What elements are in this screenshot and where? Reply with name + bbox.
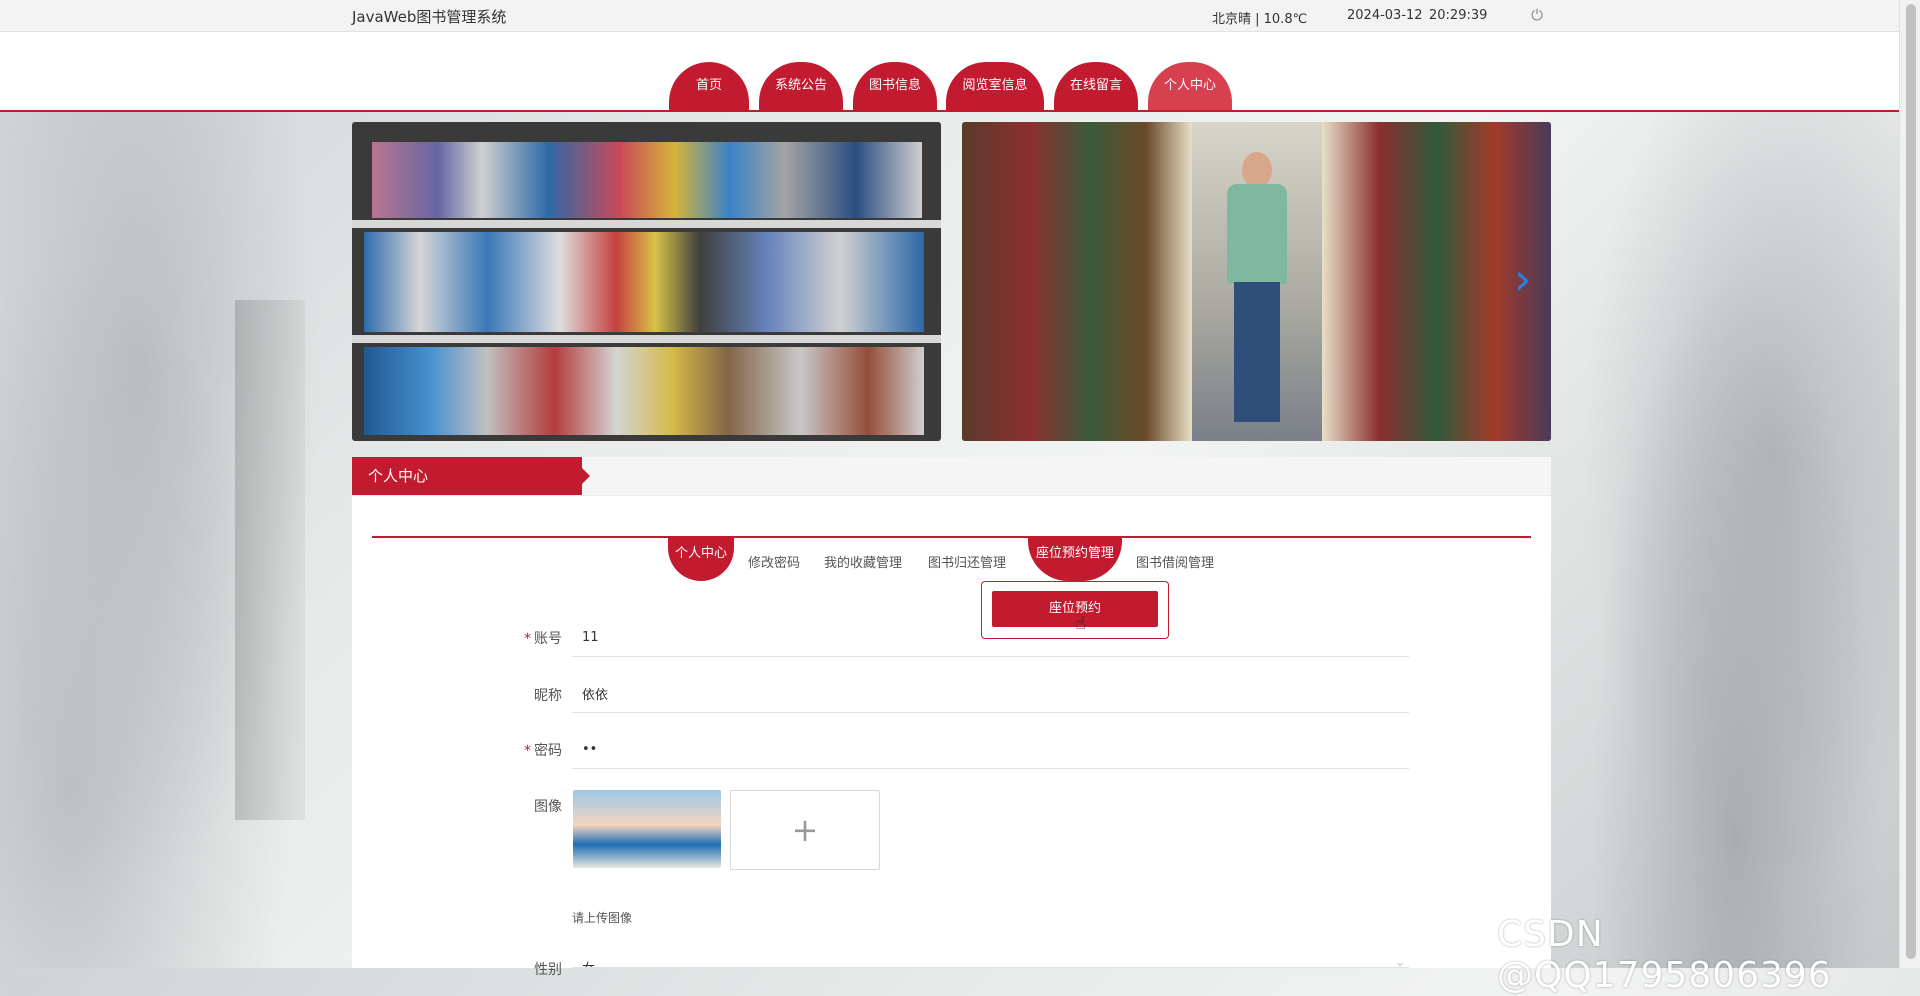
panel-title: 个人中心 <box>352 457 590 495</box>
background-pillar <box>235 300 305 820</box>
time-display: 20:29:39 <box>1429 8 1488 23</box>
person-legs <box>1234 282 1280 422</box>
banner-image-reader <box>962 122 1551 441</box>
account-input[interactable] <box>572 619 1409 657</box>
gender-label: 性别 <box>534 962 562 978</box>
account-label: * 账号 <box>524 631 562 647</box>
chevron-right-icon[interactable]: › <box>1514 258 1536 304</box>
main-nav: 首页 系统公告 图书信息 阅览室信息 在线留言 个人中心 <box>0 62 1900 110</box>
scrollbar-thumb[interactable] <box>1906 4 1916 959</box>
nickname-input[interactable] <box>572 675 1409 713</box>
nav-item-reading-rooms[interactable]: 阅览室信息 <box>946 62 1044 110</box>
person-body <box>1227 184 1287 284</box>
avatar-label: 图像 <box>534 799 562 815</box>
avatar-uploader[interactable]: + <box>730 790 880 870</box>
site-title: JavaWeb图书管理系统 <box>352 8 507 26</box>
chevron-down-icon: ⌄ <box>1395 955 1406 969</box>
date-display: 2024-03-12 <box>1347 8 1423 23</box>
power-icon[interactable]: ⏻ <box>1529 7 1545 23</box>
watermark: CSDN @QQ1795806396 <box>1497 914 1832 996</box>
password-label: * 密码 <box>524 743 562 759</box>
sub-nav-line <box>372 536 1531 538</box>
banner-image-bookshelf <box>352 122 941 441</box>
avatar-image <box>573 790 721 868</box>
tab-personal-center[interactable]: 个人中心 <box>668 536 734 581</box>
tab-book-returns[interactable]: 图书归还管理 <box>928 552 1006 571</box>
nav-item-messages[interactable]: 在线留言 <box>1054 62 1138 110</box>
tab-change-password[interactable]: 修改密码 <box>748 552 800 571</box>
gender-select[interactable]: 女 <box>572 951 1409 968</box>
nav-item-personal-center[interactable]: 个人中心 <box>1148 62 1232 110</box>
nickname-label: 昵称 <box>534 688 562 704</box>
tab-favorites[interactable]: 我的收藏管理 <box>824 552 902 571</box>
personal-center-panel: 个人中心 个人中心 修改密码 我的收藏管理 图书归还管理 座位预约管理 图书借阅… <box>352 457 1551 978</box>
person-head <box>1242 152 1272 188</box>
weather-info: 北京晴 | 10.8℃ <box>1212 12 1308 27</box>
plus-icon: + <box>791 811 819 849</box>
page-scrollbar[interactable] <box>1899 0 1920 968</box>
nav-item-home[interactable]: 首页 <box>669 62 749 110</box>
tab-book-borrowing[interactable]: 图书借阅管理 <box>1136 552 1214 571</box>
panel-header: 个人中心 <box>352 457 1551 496</box>
nav-item-announcements[interactable]: 系统公告 <box>759 62 843 110</box>
nav-item-books[interactable]: 图书信息 <box>853 62 937 110</box>
password-input[interactable] <box>572 731 1409 769</box>
upload-hint: 请上传图像 <box>572 911 633 925</box>
pointer-cursor-icon: ☝ <box>1075 613 1086 634</box>
top-bar: JavaWeb图书管理系统 北京晴 | 10.8℃ 2024-03-12 20:… <box>0 0 1900 32</box>
tab-seat-reservations[interactable]: 座位预约管理 <box>1028 536 1122 581</box>
background-scenery-right <box>1550 110 1920 968</box>
